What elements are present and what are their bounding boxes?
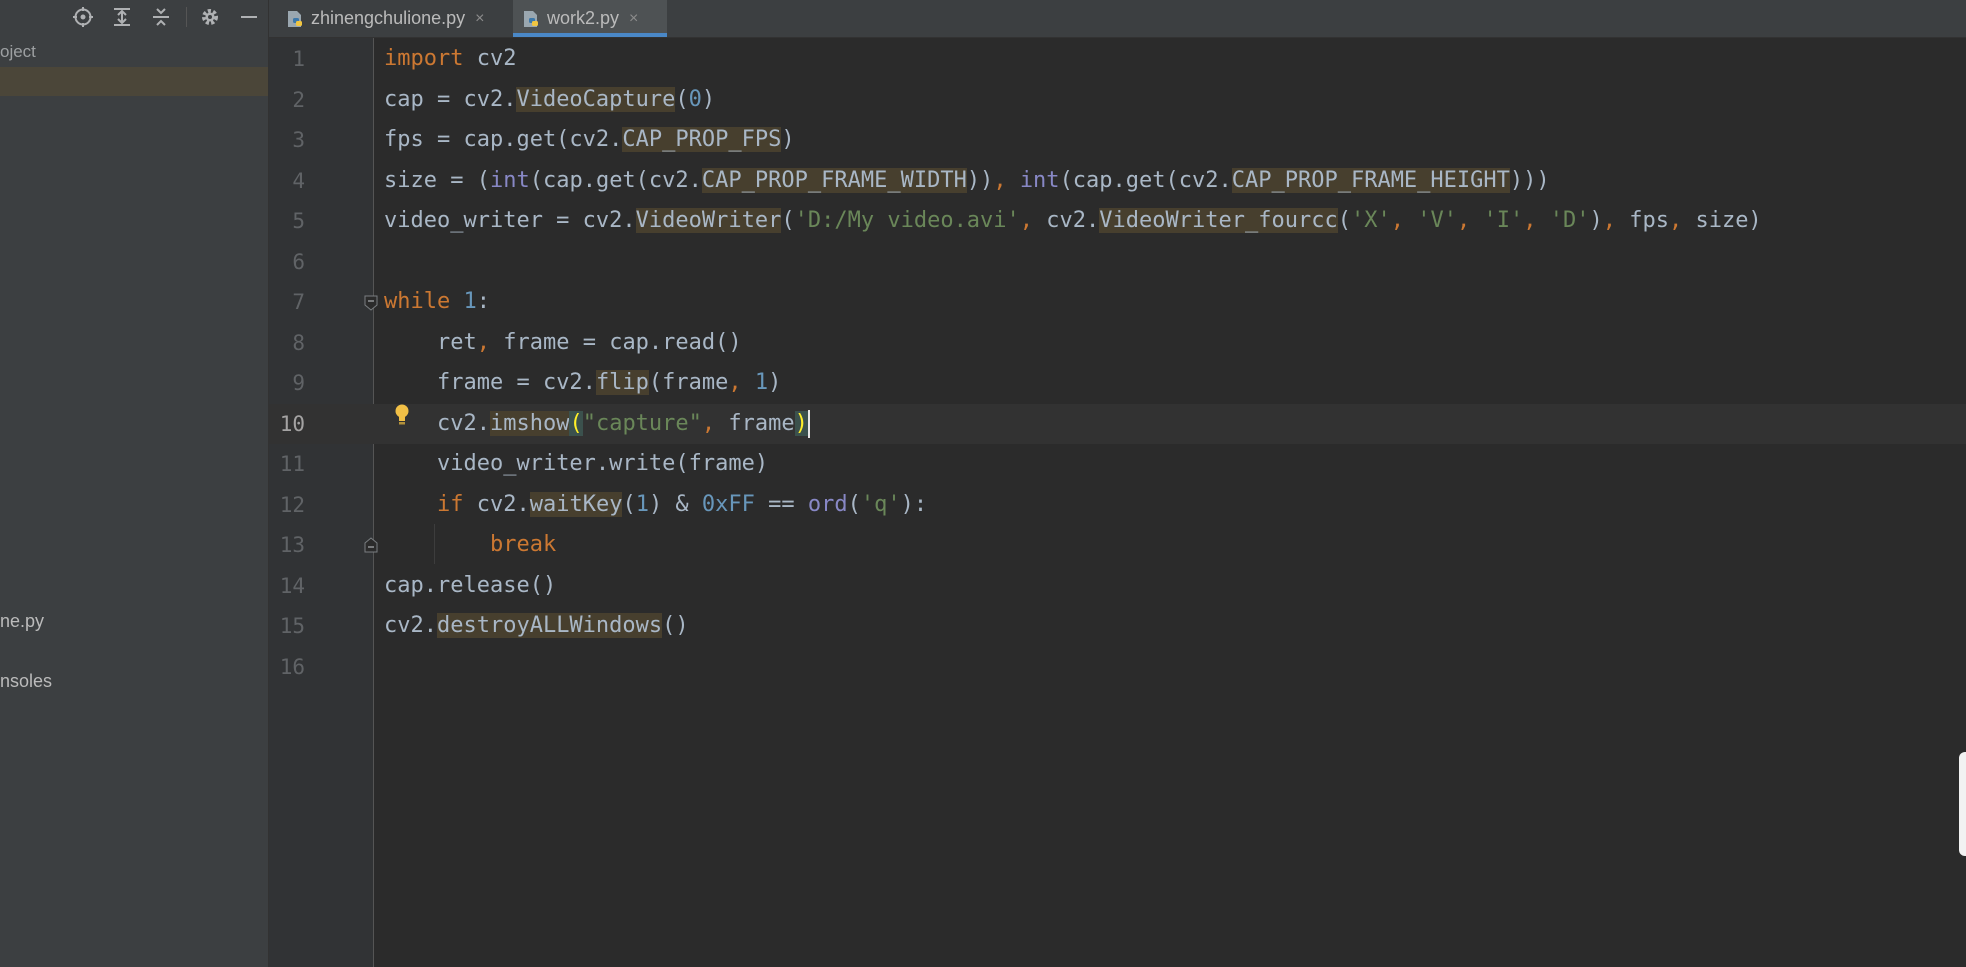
indent-guide bbox=[434, 524, 435, 564]
tree-item-file[interactable]: ne.py bbox=[0, 611, 44, 632]
code-line[interactable]: 3 fps = cap.get(cv2.CAP_PROP_FPS) bbox=[269, 120, 1966, 161]
lightbulb-icon[interactable] bbox=[393, 403, 411, 427]
locate-icon[interactable] bbox=[70, 4, 96, 30]
code-line[interactable]: 2 cap = cv2.VideoCapture(0) bbox=[269, 80, 1966, 121]
collapse-all-icon[interactable] bbox=[148, 4, 174, 30]
popup-edge bbox=[1959, 752, 1966, 856]
line-number: 13 bbox=[279, 533, 305, 557]
line-number: 12 bbox=[279, 492, 305, 517]
line-number: 1 bbox=[292, 47, 305, 71]
close-icon[interactable]: × bbox=[475, 10, 484, 28]
code-line[interactable]: 16 bbox=[269, 647, 1966, 688]
code-line[interactable]: 9 frame = cv2.flip(frame, 1) bbox=[269, 363, 1966, 404]
python-file-icon bbox=[524, 10, 538, 27]
code-line[interactable]: 14 cap.release() bbox=[269, 566, 1966, 607]
line-number: 4 bbox=[292, 168, 305, 193]
line-number: 15 bbox=[279, 614, 305, 638]
code-line[interactable]: 1 import cv2 bbox=[269, 39, 1966, 80]
close-icon[interactable]: × bbox=[629, 10, 638, 28]
line-number: 5 bbox=[292, 209, 305, 233]
line-number: 11 bbox=[279, 452, 305, 476]
tab-work2[interactable]: work2.py × bbox=[513, 0, 667, 37]
code-line-current[interactable]: 10 cv2.imshow("capture", frame) bbox=[269, 403, 1966, 444]
python-file-icon bbox=[288, 10, 302, 27]
line-number: 9 bbox=[292, 371, 305, 395]
line-number: 3 bbox=[292, 128, 305, 152]
project-panel: oject ne.py nsoles bbox=[0, 0, 269, 967]
fold-marker-icon[interactable] bbox=[363, 537, 379, 553]
selected-tree-row[interactable] bbox=[0, 67, 268, 96]
gear-icon[interactable] bbox=[197, 4, 223, 30]
code-line[interactable]: 12 if cv2.waitKey(1) & 0xFF == ord('q'): bbox=[269, 485, 1966, 526]
code-line[interactable]: 13 break bbox=[269, 525, 1966, 566]
code-line[interactable]: 4 size = (int(cap.get(cv2.CAP_PROP_FRAME… bbox=[269, 161, 1966, 202]
code-line[interactable]: 7 while 1: bbox=[269, 282, 1966, 323]
code-line[interactable]: 5 video_writer = cv2.VideoWriter('D:/My … bbox=[269, 201, 1966, 242]
code-line[interactable]: 11 video_writer.write(frame) bbox=[269, 444, 1966, 485]
line-number: 8 bbox=[292, 330, 305, 355]
line-number: 16 bbox=[279, 654, 305, 679]
fold-marker-icon[interactable] bbox=[363, 295, 379, 311]
tab-zhinengchulione[interactable]: zhinengchulione.py × bbox=[281, 0, 492, 37]
editor-tab-bar: zhinengchulione.py × work2.py × bbox=[269, 0, 1966, 38]
code-line[interactable]: 6 bbox=[269, 242, 1966, 283]
code-line[interactable]: 15 cv2.destroyALLWindows() bbox=[269, 606, 1966, 647]
toolbar-separator bbox=[186, 7, 187, 27]
project-toolbar bbox=[0, 0, 268, 34]
tab-label: zhinengchulione.py bbox=[311, 8, 466, 28]
tree-item-scratches-consoles[interactable]: nsoles bbox=[0, 671, 52, 692]
line-number: 6 bbox=[292, 249, 305, 274]
line-number: 2 bbox=[292, 87, 305, 112]
active-tab-indicator bbox=[513, 33, 667, 37]
line-number: 7 bbox=[292, 290, 305, 314]
tab-label: work2.py bbox=[547, 8, 620, 28]
line-number: 14 bbox=[279, 573, 305, 598]
expand-all-icon[interactable] bbox=[109, 4, 135, 30]
minimize-icon[interactable] bbox=[236, 4, 262, 30]
text-caret bbox=[807, 409, 810, 438]
line-number: 10 bbox=[279, 411, 305, 436]
project-label: oject bbox=[0, 42, 36, 61]
code-line[interactable]: 8 ret, frame = cap.read() bbox=[269, 323, 1966, 364]
